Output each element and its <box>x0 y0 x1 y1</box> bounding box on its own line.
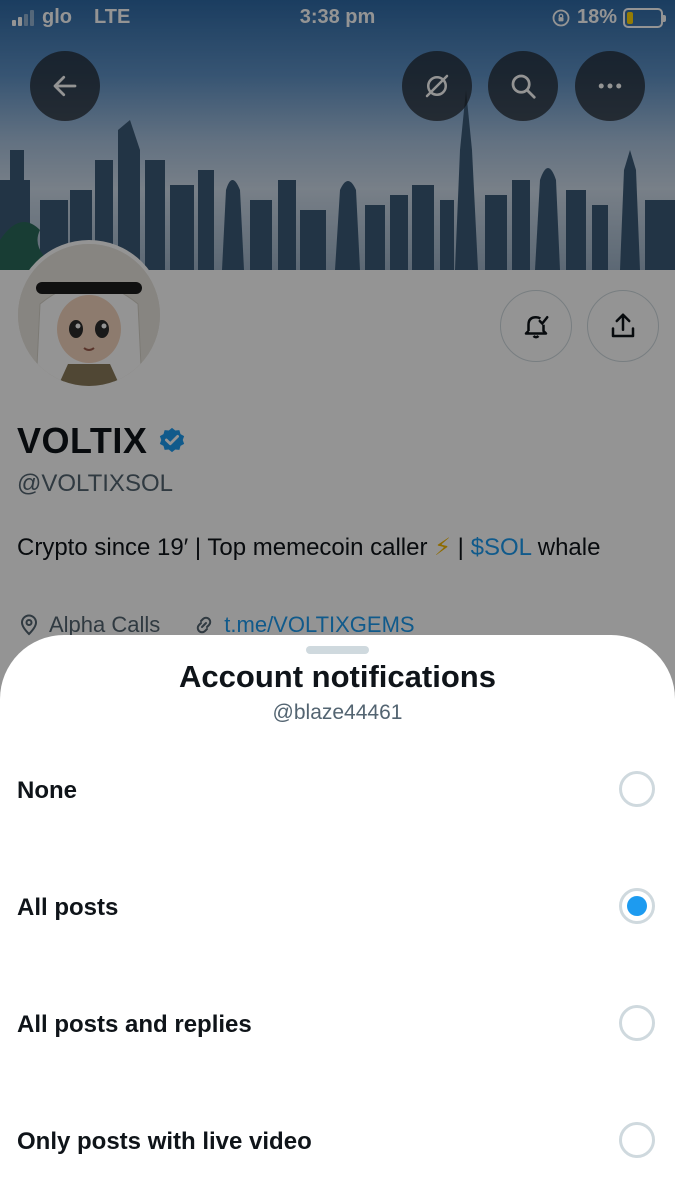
option-all-posts-and-replies[interactable]: All posts and replies <box>0 979 675 1069</box>
option-label: None <box>17 777 77 804</box>
option-all-posts[interactable]: All posts <box>0 862 675 952</box>
option-label: All posts <box>17 894 119 921</box>
option-label: Only posts with live video <box>17 1128 312 1155</box>
option-live-video-only[interactable]: Only posts with live video <box>0 1096 675 1186</box>
sheet-title: Account notifications <box>179 659 496 694</box>
option-label: All posts and replies <box>17 1011 252 1038</box>
radio-button[interactable] <box>619 888 655 924</box>
radio-button[interactable] <box>619 771 655 807</box>
radio-button[interactable] <box>619 1005 655 1041</box>
radio-button[interactable] <box>619 1122 655 1158</box>
option-none[interactable]: None <box>0 745 675 835</box>
sheet-grabber[interactable] <box>306 646 369 654</box>
account-notifications-sheet: Account notifications @blaze44461 None A… <box>0 635 675 1200</box>
sheet-subtitle: @blaze44461 <box>272 701 403 724</box>
